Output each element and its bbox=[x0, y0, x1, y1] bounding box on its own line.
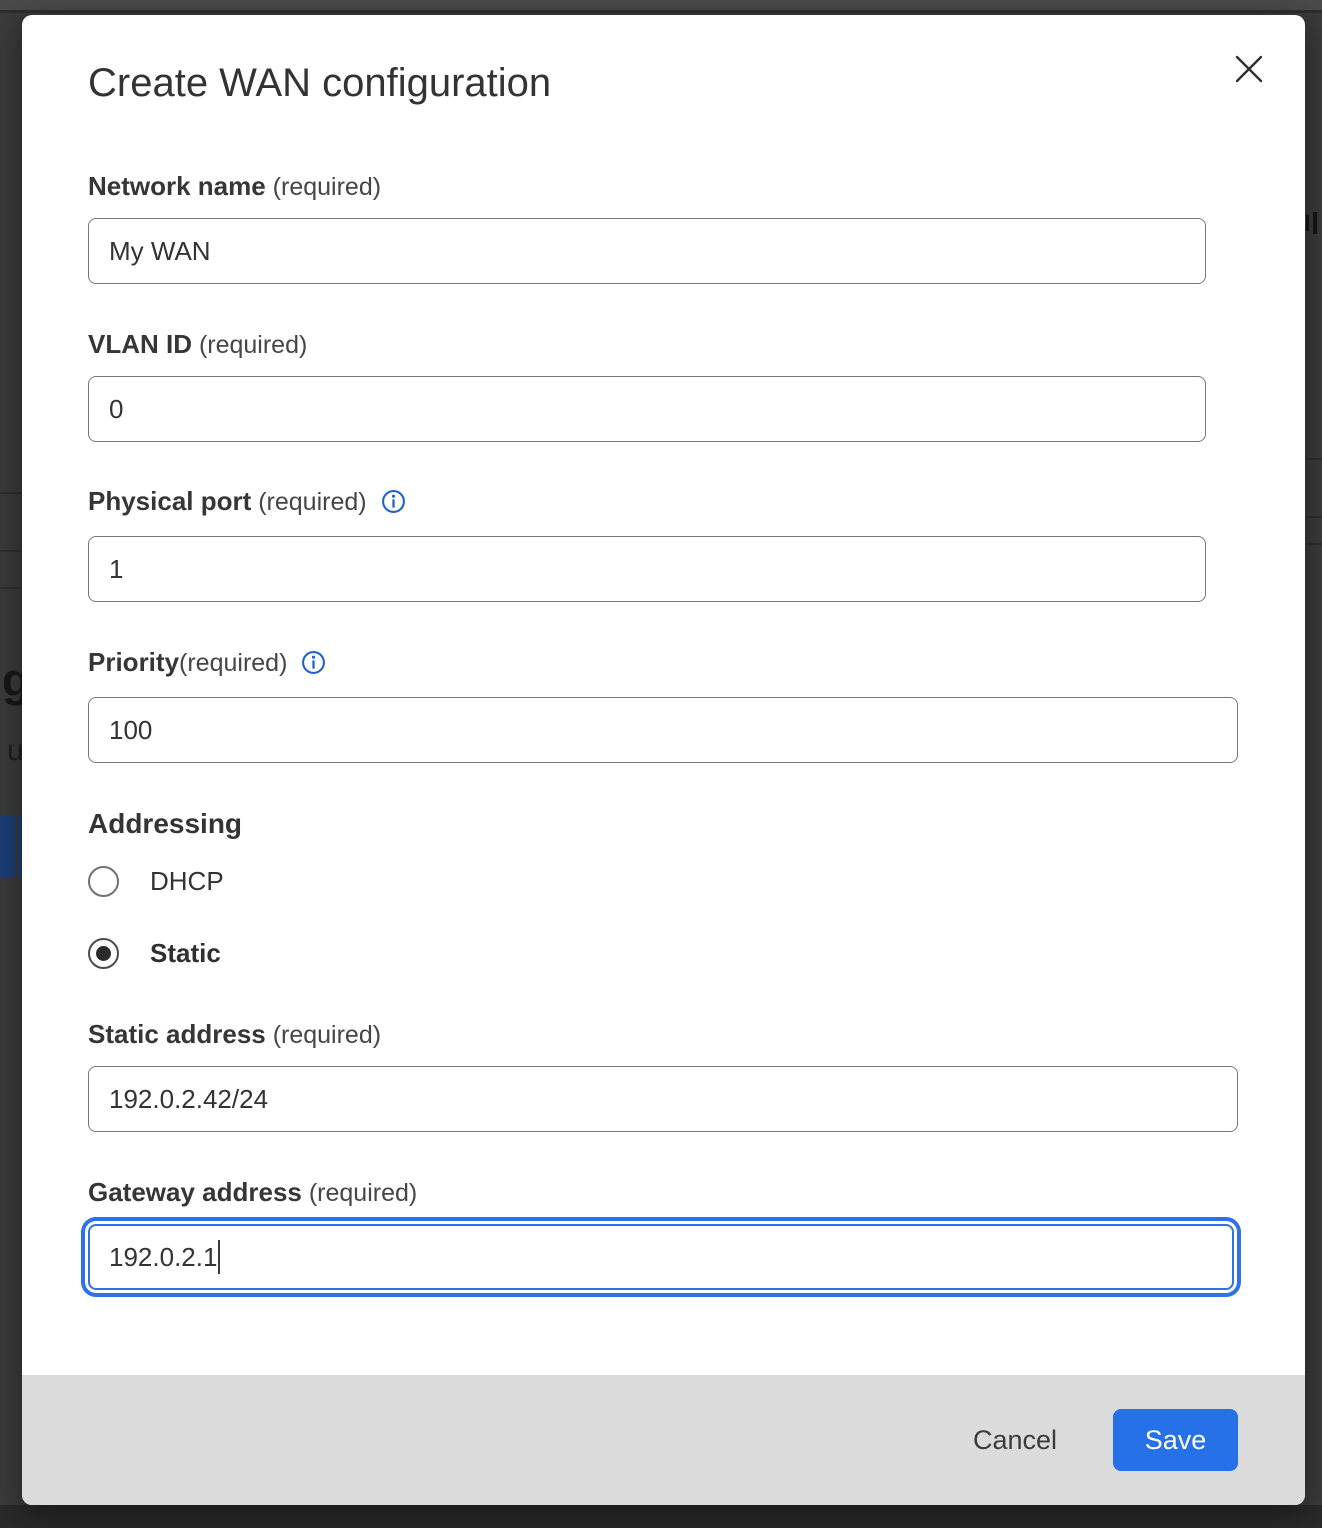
background-top-divider bbox=[0, 10, 1322, 13]
radio-button-icon bbox=[88, 866, 119, 897]
label-text: Gateway address bbox=[88, 1177, 302, 1207]
background-text-mark bbox=[1306, 215, 1309, 231]
label-text: Priority bbox=[88, 647, 179, 677]
background-bottom-strip bbox=[0, 1505, 1322, 1528]
required-text: (required) bbox=[179, 649, 287, 677]
vlan-id-input[interactable] bbox=[88, 376, 1206, 442]
required-text: (required) bbox=[192, 331, 307, 359]
background-top-bar bbox=[0, 0, 1322, 10]
physical-port-input[interactable] bbox=[88, 536, 1206, 602]
required-text: (required) bbox=[266, 173, 381, 201]
required-text: (required) bbox=[251, 488, 366, 516]
radio-label: DHCP bbox=[150, 866, 224, 897]
priority-label: Priority(required) bbox=[88, 646, 1305, 682]
background-table-line bbox=[0, 587, 22, 589]
addressing-heading: Addressing bbox=[88, 807, 1305, 841]
addressing-option-dhcp[interactable]: DHCP bbox=[88, 866, 1305, 897]
label-text: Network name bbox=[88, 171, 266, 201]
label-text: VLAN ID bbox=[88, 329, 192, 359]
label-text: Static address bbox=[88, 1019, 266, 1049]
required-text: (required) bbox=[266, 1021, 381, 1049]
network-name-input[interactable] bbox=[88, 218, 1206, 284]
radio-button-icon bbox=[88, 938, 119, 969]
addressing-option-static[interactable]: Static bbox=[88, 938, 1305, 969]
close-icon bbox=[1230, 50, 1268, 88]
save-button[interactable]: Save bbox=[1113, 1409, 1238, 1471]
input-value: 192.0.2.1 bbox=[109, 1242, 217, 1273]
required-text: (required) bbox=[302, 1179, 417, 1207]
background-button-fragment bbox=[0, 815, 15, 877]
physical-port-label: Physical port (required) bbox=[88, 485, 1305, 521]
radio-label: Static bbox=[150, 938, 221, 969]
info-icon[interactable] bbox=[381, 489, 406, 521]
background-table-line bbox=[1305, 458, 1322, 460]
network-name-label: Network name (required) bbox=[88, 170, 1305, 203]
dialog-title: Create WAN configuration bbox=[88, 15, 1305, 108]
background-table-line bbox=[0, 550, 22, 552]
background-table-line bbox=[0, 492, 22, 494]
vlan-id-label: VLAN ID (required) bbox=[88, 328, 1305, 361]
label-text: Physical port bbox=[88, 486, 251, 516]
create-wan-configuration-dialog: Create WAN configuration Network name (r… bbox=[22, 15, 1305, 1505]
background-table-line bbox=[1305, 516, 1322, 518]
background-text-fragment: gu bbox=[2, 652, 22, 708]
gateway-address-input[interactable]: 192.0.2.1 bbox=[88, 1224, 1234, 1290]
static-address-label: Static address (required) bbox=[88, 1018, 1305, 1051]
close-button[interactable] bbox=[1227, 47, 1271, 91]
gateway-address-label: Gateway address (required) bbox=[88, 1176, 1305, 1209]
dialog-footer: Cancel Save bbox=[22, 1375, 1305, 1505]
background-table-line bbox=[1305, 543, 1322, 545]
info-icon[interactable] bbox=[301, 650, 326, 682]
background-text-fragment: u bbox=[7, 733, 22, 769]
background-text-mark bbox=[1313, 212, 1317, 234]
cancel-button[interactable]: Cancel bbox=[967, 1424, 1063, 1457]
priority-input[interactable] bbox=[88, 697, 1238, 763]
text-cursor bbox=[218, 1240, 220, 1274]
static-address-input[interactable] bbox=[88, 1066, 1238, 1132]
